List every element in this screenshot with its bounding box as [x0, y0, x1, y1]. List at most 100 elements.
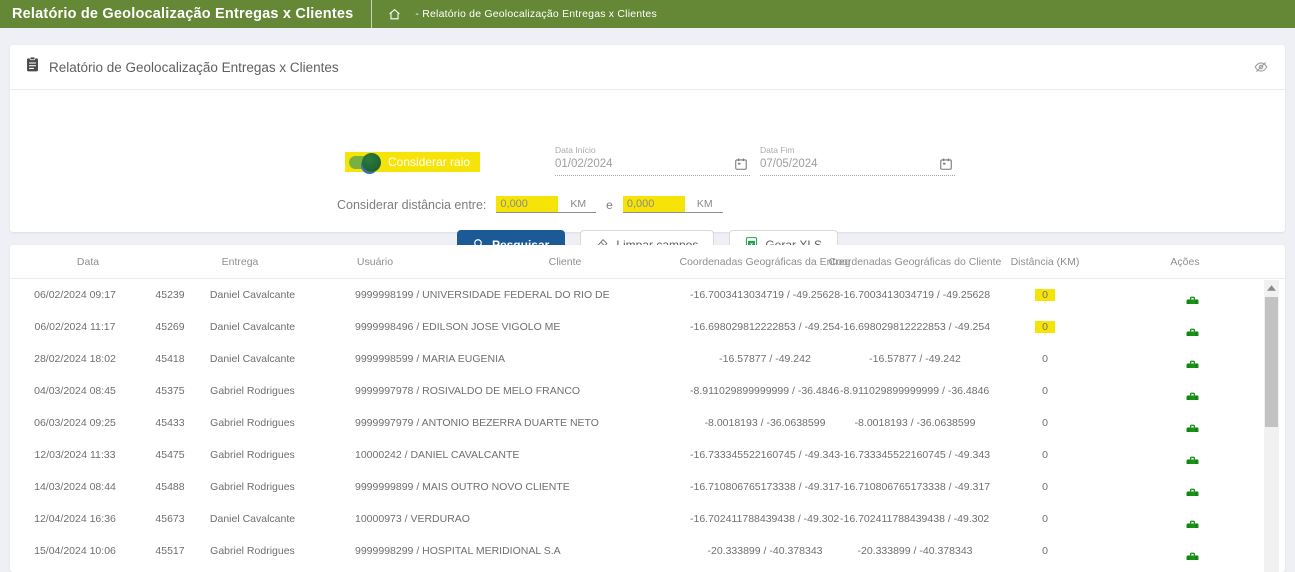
distance-to-input[interactable] — [623, 196, 685, 212]
cell-coord-entrega: -8.0018193 / -36.0638599 — [690, 417, 840, 429]
cell-data: 12/04/2024 16:36 — [10, 513, 140, 525]
distance-from-unit: KM — [558, 198, 596, 212]
briefcase-icon[interactable] — [1185, 295, 1200, 304]
briefcase-icon[interactable] — [1185, 519, 1200, 528]
col-acoes: Ações — [1170, 256, 1199, 268]
table-row: 14/03/2024 08:44 45488 Gabriel Rodrigues… — [10, 471, 1285, 503]
filter-panel-header: Relatório de Geolocalização Entregas x C… — [10, 45, 1285, 90]
cell-entrega: 45239 — [140, 289, 200, 301]
cell-coord-cliente: -16.57877 / -49.242 — [840, 353, 990, 365]
data-fim-label: Data Fim — [760, 145, 955, 155]
app-header: Relatório de Geolocalização Entregas x C… — [0, 0, 1295, 28]
cell-coord-cliente: -16.7003413034719 / -49.25628775 — [840, 289, 990, 301]
cell-data: 12/03/2024 11:33 — [10, 449, 140, 461]
data-inicio-field[interactable]: Data Início 01/02/2024 — [555, 145, 750, 176]
cell-coord-entrega: -16.710806765173338 / -49.31778 — [690, 481, 840, 493]
cell-cliente: 9999998496 / EDILSON JOSE VIGOLO ME — [305, 321, 690, 333]
filter-panel: Relatório de Geolocalização Entregas x C… — [10, 45, 1285, 232]
col-data: Data — [77, 256, 99, 268]
cell-coord-entrega: -16.57877 / -49.242 — [690, 353, 840, 365]
cell-cliente: 10000973 / VERDURAO — [305, 513, 690, 525]
scrollbar-thumb[interactable] — [1265, 297, 1278, 427]
col-entrega: Entrega — [222, 256, 259, 268]
panel-title: Relatório de Geolocalização Entregas x C… — [49, 60, 339, 75]
cell-entrega: 45488 — [140, 481, 200, 493]
table-header: Data Entrega Usuário Cliente Coordenadas… — [10, 245, 1285, 279]
cell-acoes — [1100, 318, 1285, 336]
cell-acoes — [1100, 542, 1285, 560]
distance-label: Considerar distância entre: — [337, 198, 486, 212]
briefcase-icon[interactable] — [1185, 423, 1200, 432]
distance-from-field: KM — [496, 196, 596, 213]
briefcase-icon[interactable] — [1185, 455, 1200, 464]
header-divider — [371, 0, 372, 28]
breadcrumb[interactable]: - Relatório de Geolocalização Entregas x… — [415, 8, 657, 20]
cell-entrega: 45475 — [140, 449, 200, 461]
data-inicio-value[interactable]: 01/02/2024 — [555, 158, 734, 170]
cell-distancia-value: 0 — [1042, 481, 1048, 493]
cell-distancia-value: 0 — [1035, 289, 1055, 301]
scroll-up-icon[interactable] — [1264, 280, 1279, 296]
cell-cliente: 9999998599 / MARIA EUGENIA — [305, 353, 690, 365]
cell-distancia-value: 0 — [1042, 513, 1048, 525]
cell-acoes — [1100, 350, 1285, 368]
cell-entrega: 45517 — [140, 545, 200, 557]
cell-data: 06/02/2024 09:17 — [10, 289, 140, 301]
cell-coord-entrega: -16.702411788439438 / -49.30218 — [690, 513, 840, 525]
cell-distancia: 0 — [990, 449, 1100, 461]
cell-usuario: Daniel Cavalcante — [200, 353, 305, 365]
cell-entrega: 45269 — [140, 321, 200, 333]
cell-coord-cliente: -8.911029899999999 / -36.4846218 — [840, 385, 990, 397]
cell-usuario: Gabriel Rodrigues — [200, 449, 305, 461]
cell-data: 28/02/2024 18:02 — [10, 353, 140, 365]
cell-usuario: Gabriel Rodrigues — [200, 417, 305, 429]
results-table: Data Entrega Usuário Cliente Coordenadas… — [10, 245, 1285, 572]
briefcase-icon[interactable] — [1185, 359, 1200, 368]
briefcase-icon[interactable] — [1185, 551, 1200, 560]
distance-connector: e — [606, 198, 613, 212]
cell-distancia: 0 — [990, 353, 1100, 365]
cell-distancia: 0 — [990, 513, 1100, 525]
cell-usuario: Daniel Cavalcante — [200, 321, 305, 333]
calendar-icon[interactable] — [734, 157, 748, 171]
cell-data: 15/04/2024 10:06 — [10, 545, 140, 557]
considerar-raio-toggle[interactable]: Considerar raio — [345, 152, 480, 172]
cell-cliente: 9999998299 / HOSPITAL MERIDIONAL S.A — [305, 545, 690, 557]
distance-from-input[interactable] — [496, 196, 558, 212]
cell-cliente: 10000242 / DANIEL CAVALCANTE — [305, 449, 690, 461]
cell-distancia-value: 0 — [1042, 385, 1048, 397]
calendar-icon[interactable] — [939, 157, 953, 171]
cell-usuario: Gabriel Rodrigues — [200, 385, 305, 397]
cell-cliente: 9999997979 / ANTONIO BEZERRA DUARTE NETO — [305, 417, 690, 429]
cell-coord-cliente: -20.333899 / -40.378343 — [840, 545, 990, 557]
cell-coord-entrega: -16.7003413034719 / -49.256287 — [690, 289, 840, 301]
data-fim-field[interactable]: Data Fim 07/05/2024 — [760, 145, 955, 176]
report-icon — [26, 57, 39, 77]
cell-data: 04/03/2024 08:45 — [10, 385, 140, 397]
cell-coord-entrega: -16.698029812222853 / -49.2549 — [690, 321, 840, 333]
cell-distancia-value: 0 — [1042, 353, 1048, 365]
table-row: 06/03/2024 09:25 45433 Gabriel Rodrigues… — [10, 407, 1285, 439]
home-icon[interactable] — [388, 8, 401, 21]
briefcase-icon[interactable] — [1185, 327, 1200, 336]
cell-usuario: Gabriel Rodrigues — [200, 481, 305, 493]
distance-to-unit: KM — [685, 198, 723, 212]
cell-distancia: 0 — [990, 545, 1100, 557]
briefcase-icon[interactable] — [1185, 487, 1200, 496]
eye-slash-icon[interactable] — [1253, 60, 1269, 74]
cell-data: 06/03/2024 09:25 — [10, 417, 140, 429]
toggle-switch[interactable] — [349, 156, 379, 169]
cell-coord-cliente: -16.733345522160745 / -49.343476 — [840, 449, 990, 461]
cell-coord-cliente: -8.0018193 / -36.0638599 — [840, 417, 990, 429]
app-title: Relatório de Geolocalização Entregas x C… — [0, 6, 353, 22]
col-coord-cliente: Coordenadas Geográficas do Cliente — [829, 256, 1002, 268]
briefcase-icon[interactable] — [1185, 391, 1200, 400]
table-scrollbar[interactable] — [1264, 280, 1279, 572]
cell-entrega: 45673 — [140, 513, 200, 525]
cell-distancia: 0 — [990, 385, 1100, 397]
data-fim-value[interactable]: 07/05/2024 — [760, 158, 939, 170]
filter-body: Considerar raio Data Início 01/02/2024 D… — [10, 90, 1285, 231]
cell-cliente: 9999997978 / ROSIVALDO DE MELO FRANCO — [305, 385, 690, 397]
toggle-label: Considerar raio — [388, 155, 470, 169]
cell-distancia-value: 0 — [1042, 449, 1048, 461]
